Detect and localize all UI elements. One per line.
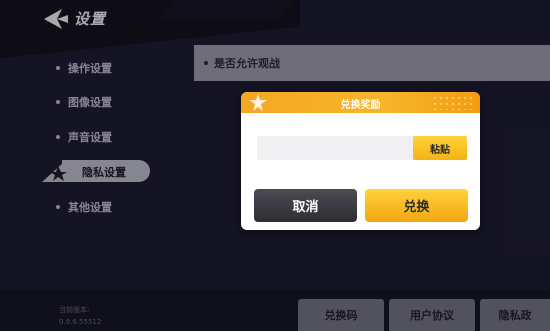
redeem-button[interactable]: 兑换 xyxy=(365,189,468,222)
paste-button[interactable]: 粘贴 xyxy=(413,136,467,160)
dialog-title: 兑换奖励 xyxy=(340,100,381,111)
cancel-button[interactable]: 取消 xyxy=(254,189,357,222)
redeem-dialog: 兑换奖励 粘贴 取消 兑换 xyxy=(241,92,480,230)
redeem-code-input[interactable] xyxy=(257,136,417,160)
dialog-header: 兑换奖励 xyxy=(241,92,480,113)
